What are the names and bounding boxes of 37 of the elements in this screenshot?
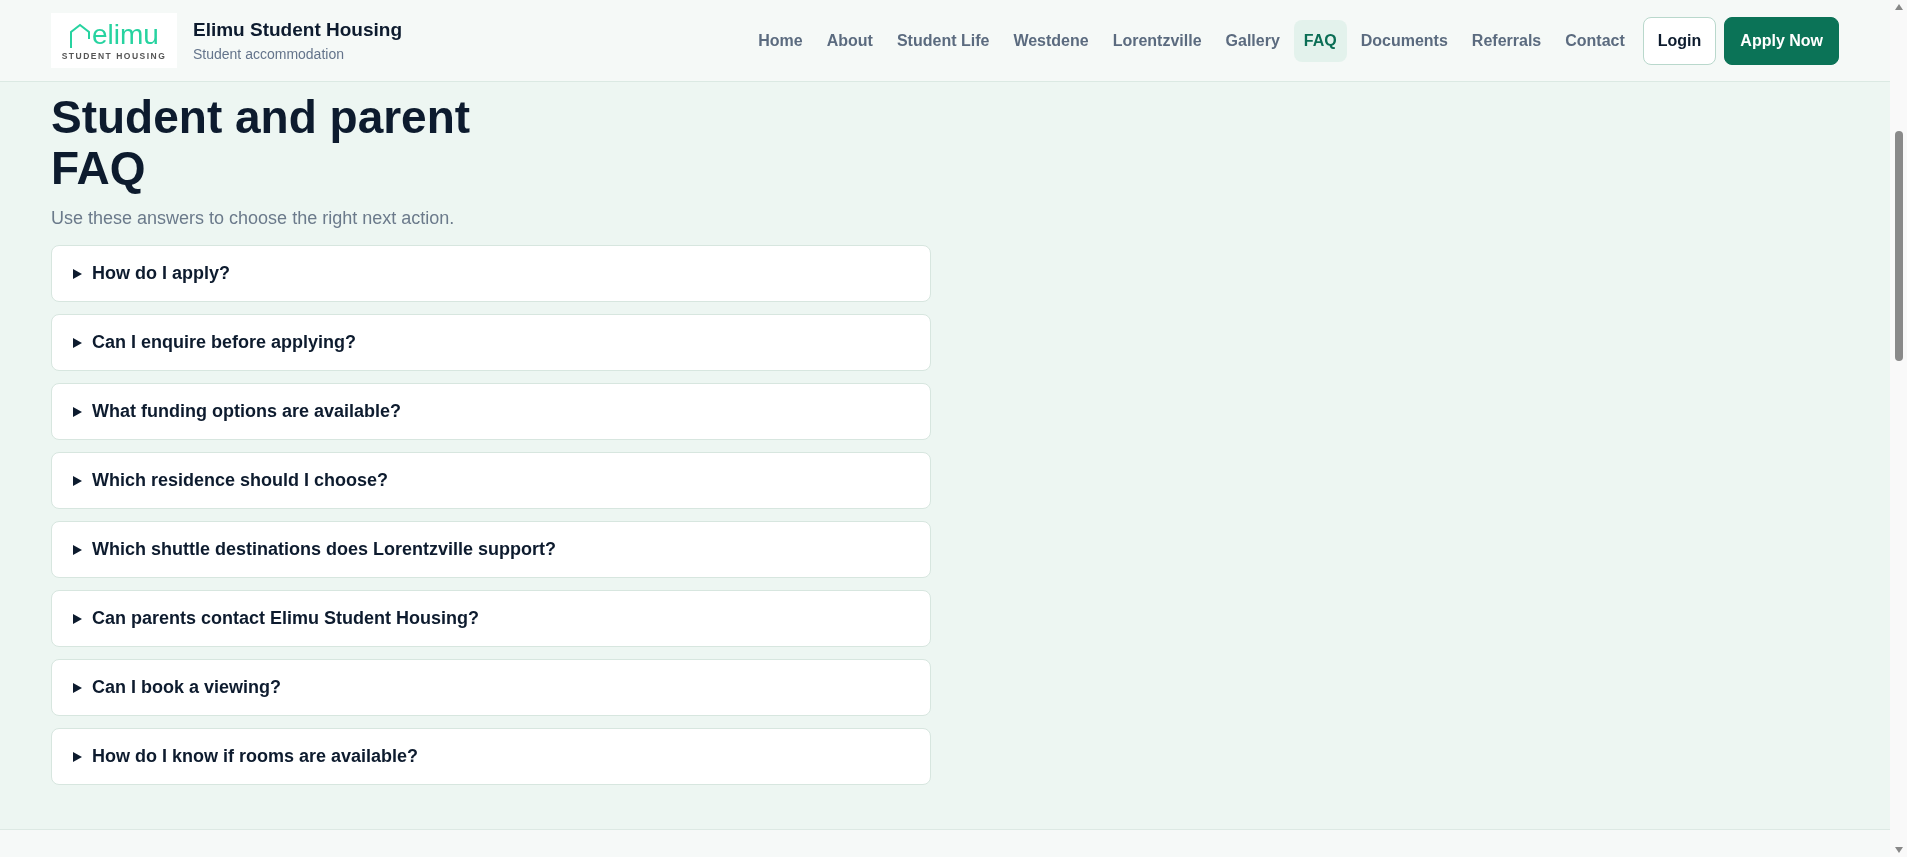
faq-question: How do I know if rooms are available? (92, 745, 419, 769)
nav-link[interactable]: Contact (1555, 19, 1635, 62)
login-button[interactable]: Login (1642, 16, 1717, 65)
site-subtitle: Student accommodation (193, 45, 345, 65)
scrollbar-thumb[interactable] (1894, 131, 1903, 361)
nav-link[interactable]: Documents (1350, 19, 1458, 62)
scroll-up-icon[interactable] (1893, 3, 1904, 11)
faq-question: What funding options are available? (92, 400, 402, 424)
page-title: Student and parent FAQ (51, 92, 472, 194)
nav-link[interactable]: Home (748, 19, 813, 62)
nav-link[interactable]: FAQ (1293, 19, 1347, 62)
faq-item[interactable]: How do I know if rooms are available? (51, 728, 931, 786)
site-title: Elimu Student Housing (193, 17, 402, 42)
page-lead: Use these answers to choose the right next action. (51, 207, 456, 231)
faq-question: Can I enquire before applying? (92, 331, 357, 355)
faq-question: Which residence should I choose? (92, 469, 389, 493)
faq-item[interactable]: Can I book a viewing? (51, 659, 931, 717)
faq-item[interactable]: Which shuttle destinations does Lorentzville support? (51, 521, 931, 579)
nav-link[interactable]: Lorentzville (1102, 19, 1212, 62)
nav-link[interactable]: Westdene (1003, 19, 1099, 62)
nav-link[interactable]: Referrals (1461, 19, 1552, 62)
apply-button[interactable]: Apply Now (1724, 16, 1839, 65)
faq-item[interactable]: Can parents contact Elimu Student Housing? (51, 590, 931, 648)
scroll-down-icon[interactable] (1893, 846, 1904, 854)
nav-link[interactable]: About (816, 19, 883, 62)
nav-link[interactable]: Student Life (886, 19, 1000, 62)
nav-link[interactable]: Gallery (1215, 19, 1290, 62)
faq-item[interactable]: What funding options are available? (51, 383, 931, 441)
faq-question: How do I apply? (92, 262, 230, 286)
faq-question: Which shuttle destinations does Lorentzville support? (92, 538, 557, 562)
faq-question: Can I book a viewing? (92, 676, 282, 700)
faq-item[interactable]: Can I enquire before applying? (51, 314, 931, 372)
logo[interactable]: elimu STUDENT HOUSING (51, 13, 177, 68)
faq-question: Can parents contact Elimu Student Housing? (92, 607, 480, 631)
faq-item[interactable]: Which residence should I choose? (51, 452, 931, 510)
faq-item[interactable]: How do I apply? (51, 245, 931, 303)
house-icon (69, 22, 92, 49)
